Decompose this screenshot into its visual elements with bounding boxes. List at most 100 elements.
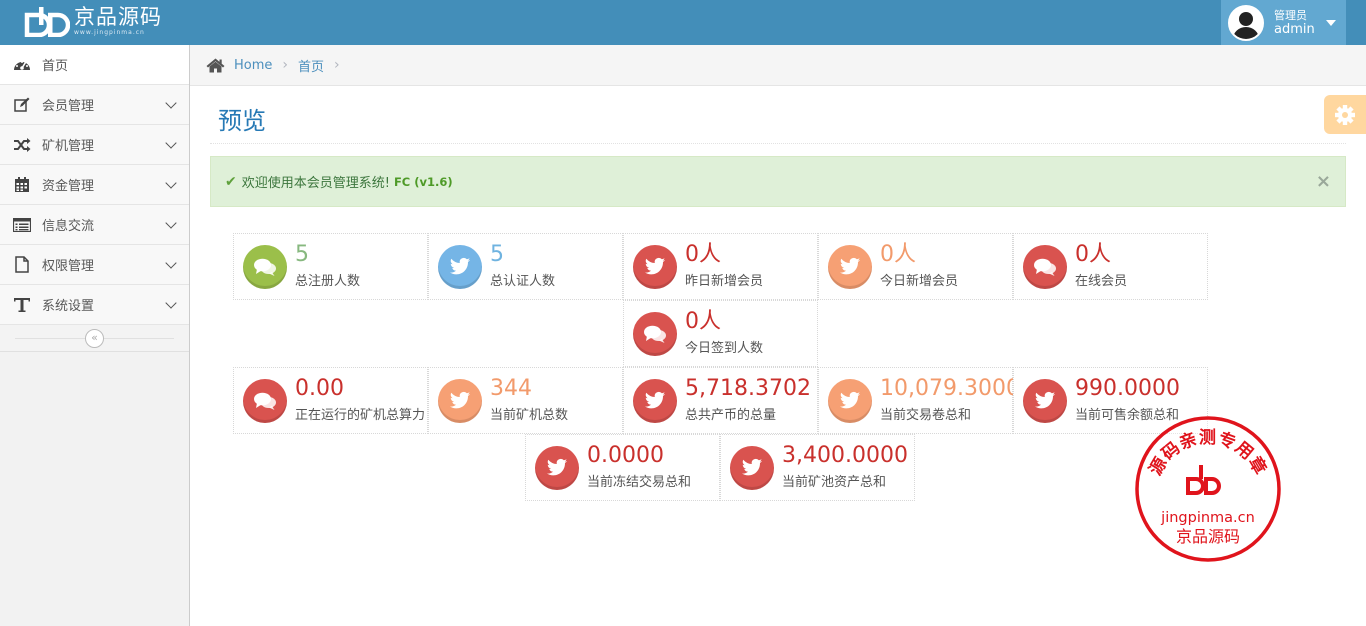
sidebar-item-home[interactable]: 首页 [0, 45, 189, 85]
stat-box: 5 总注册人数 [233, 233, 428, 300]
stat-box: 0.0000 当前冻结交易总和 [525, 434, 720, 501]
breadcrumb-home-link[interactable]: Home [234, 58, 272, 73]
sidebar-item-members[interactable]: 会员管理 [0, 85, 189, 125]
stat-label: 总认证人数 [490, 274, 556, 289]
sidebar-item-label: 首页 [42, 59, 69, 74]
user-avatar-icon [1230, 6, 1262, 39]
home-icon [206, 58, 225, 72]
stat-box: 0人今日签到人数 [623, 300, 818, 367]
stat-value: 0.0000 [587, 443, 664, 468]
stat-value: 0人 [1075, 242, 1111, 267]
sidebar-item-settings[interactable]: 系统设置 [0, 285, 189, 325]
stat-value: 5 [295, 242, 309, 267]
brand-logo[interactable]: 京品源码 www.jingpinma.cn [24, 5, 162, 39]
user-menu[interactable]: 管理员 admin [1221, 0, 1346, 45]
sidebar-item-label: 权限管理 [42, 259, 95, 274]
text-icon [12, 296, 32, 314]
stamp-url: jingpinma.cn [1160, 510, 1255, 526]
stat-value: 344 [490, 376, 532, 401]
twitter-icon [1023, 379, 1067, 423]
stat-value: 10,079.3000 [880, 376, 1020, 401]
twitter-icon [438, 245, 482, 289]
sidebar-item-permissions[interactable]: 权限管理 [0, 245, 189, 285]
twitter-icon [730, 446, 774, 490]
shuffle-icon [12, 136, 32, 154]
avatar [1228, 4, 1264, 41]
chevron-down-icon [165, 297, 177, 309]
alert-message: 欢迎使用本会员管理系统! [241, 176, 390, 191]
collapse-sidebar-button[interactable]: « [85, 329, 104, 348]
stat-label: 当前矿机总数 [490, 408, 569, 423]
list-icon [12, 216, 32, 234]
close-icon[interactable]: × [1316, 171, 1331, 192]
stat-box: 0.00 正在运行的矿机总算力 [233, 367, 428, 434]
dashboard-icon [12, 56, 32, 74]
stat-value: 5,718.3702 [685, 376, 811, 401]
comments-icon [243, 245, 287, 289]
breadcrumb: Home › 首页 › [190, 45, 1366, 86]
alert-version: FC (v1.6) [393, 174, 453, 189]
navbar: 京品源码 www.jingpinma.cn 管理员 admin [0, 0, 1366, 45]
stat-box: 5,718.3702 总共产币的总量 [623, 367, 818, 434]
twitter-icon [633, 379, 677, 423]
stamp-name: 京品源码 [1176, 527, 1240, 546]
sidebar-item-messages[interactable]: 信息交流 [0, 205, 189, 245]
sidebar-item-miners[interactable]: 矿机管理 [0, 125, 189, 165]
stat-label: 正在运行的矿机总算力 [295, 408, 426, 423]
stat-value: 3,400.0000 [782, 443, 908, 468]
logo-url: www.jingpinma.cn [74, 29, 145, 36]
logo-mark-icon [24, 7, 70, 37]
stat-box: 10,079.3000 当前交易卷总和 [818, 367, 1020, 434]
twitter-icon [828, 379, 872, 423]
breadcrumb-separator-icon: › [334, 57, 340, 73]
chevron-down-icon [165, 97, 177, 109]
sidebar-item-label: 矿机管理 [42, 139, 95, 154]
comments-icon [243, 379, 287, 423]
stat-label: 在线会员 [1075, 274, 1128, 289]
calendar-icon [12, 176, 32, 194]
stat-label: 当前矿池资产总和 [782, 475, 887, 490]
stat-value: 990.0000 [1075, 376, 1180, 401]
stamp-watermark: 源码亲测专用章 jingpinma.cn 京品源码 [1134, 415, 1282, 563]
welcome-alert: ✔ 欢迎使用本会员管理系统! FC (v1.6) × [210, 156, 1346, 207]
chevron-down-icon [165, 177, 177, 189]
twitter-icon [438, 379, 482, 423]
stat-box: 5 总认证人数 [428, 233, 623, 300]
twitter-icon [633, 245, 677, 289]
settings-toggle-button[interactable] [1324, 95, 1366, 134]
stat-label: 昨日新增会员 [685, 274, 764, 289]
user-role: 管理员 [1274, 8, 1307, 22]
stat-box: 0人 昨日新增会员 [623, 233, 818, 300]
stat-label: 当前冻结交易总和 [587, 475, 692, 490]
sidebar-collapse-bar: « [0, 325, 189, 352]
chevron-down-icon [165, 137, 177, 149]
edit-icon [12, 96, 32, 114]
twitter-icon [535, 446, 579, 490]
stat-value: 0人 [880, 242, 916, 267]
stat-box: 0人在线会员 [1013, 233, 1208, 300]
comments-icon [1023, 245, 1067, 289]
stamp-seal-icon: 源码亲测专用章 jingpinma.cn 京品源码 [1135, 416, 1281, 562]
twitter-icon [828, 245, 872, 289]
chevron-down-icon [165, 217, 177, 229]
stat-box: 344 当前矿机总数 [428, 367, 623, 434]
breadcrumb-current-link[interactable]: 首页 [298, 56, 324, 75]
stat-label: 当前交易卷总和 [880, 408, 972, 423]
user-name: admin [1274, 21, 1315, 37]
stat-value: 0人 [685, 309, 721, 334]
stat-label: 今日签到人数 [685, 341, 764, 356]
caret-down-icon [1326, 20, 1336, 26]
file-icon [12, 256, 32, 274]
comments-icon [633, 312, 677, 356]
stat-label: 总注册人数 [295, 274, 361, 289]
breadcrumb-separator-icon: › [282, 57, 288, 73]
stat-box: 3,400.0000 当前矿池资产总和 [720, 434, 915, 501]
stat-value: 0.00 [295, 376, 344, 401]
sidebar: 首页 会员管理 矿机管理 资金管理 信息交流 权限管理 系统设置 « [0, 45, 190, 626]
sidebar-item-label: 信息交流 [42, 219, 95, 234]
sidebar-item-funds[interactable]: 资金管理 [0, 165, 189, 205]
sidebar-item-label: 系统设置 [42, 299, 95, 314]
stat-value: 5 [490, 242, 504, 267]
stat-box: 0人 今日新增会员 [818, 233, 1013, 300]
sidebar-item-label: 资金管理 [42, 179, 95, 194]
